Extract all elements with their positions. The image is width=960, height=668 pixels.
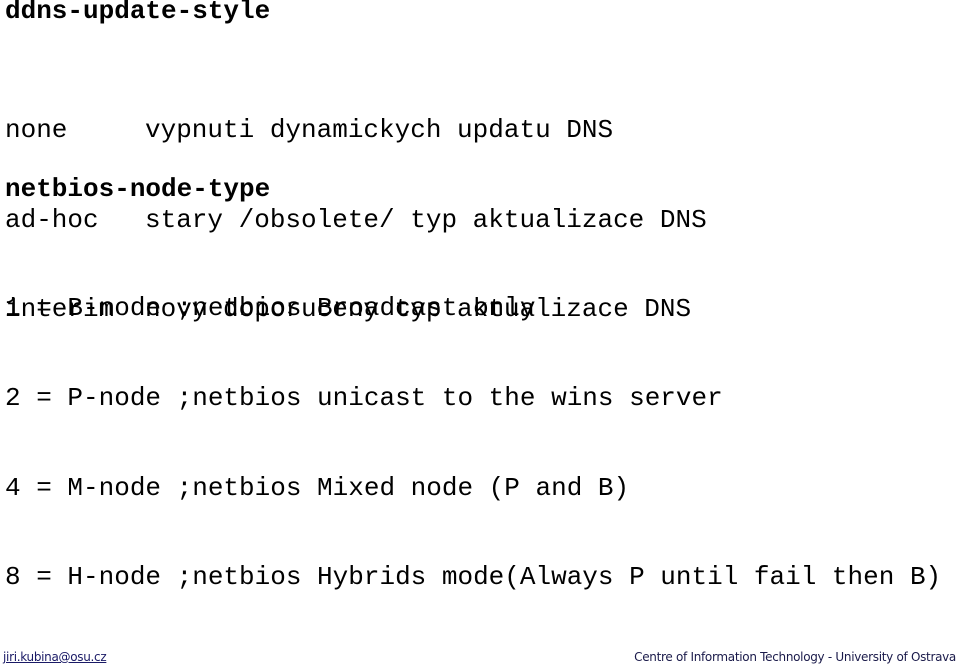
netbios-node-list: 1 = B-node ;netbios Broadcast only 2 = P…: [5, 233, 941, 622]
netbios-node-row: 8 = H-node ;netbios Hybrids mode(Always …: [5, 562, 942, 593]
footer-email-link[interactable]: jiri.kubina@osu.cz: [3, 649, 107, 665]
ddns-option-row: ad-hoc stary /obsolete/ typ aktualizace …: [5, 205, 707, 235]
ddns-option-term: ad-hoc: [5, 204, 99, 235]
footer-organization: Centre of Information Technology - Unive…: [634, 650, 956, 664]
netbios-node-row: 1 = B-node ;netbios Broadcast only: [5, 293, 536, 323]
netbios-node-row: 4 = M-node ;netbios Mixed node (P and B): [5, 472, 630, 503]
ddns-option-description: vypnuti dynamickych updatu DNS: [145, 115, 614, 145]
ddns-update-style-heading: ddns-update-style: [5, 0, 271, 26]
netbios-node-type-heading: netbios-node-type: [5, 174, 271, 204]
netbios-node-row: 2 = P-node ;netbios unicast to the wins …: [5, 382, 723, 413]
ddns-option-term: none: [5, 115, 68, 145]
ddns-option-row: none vypnuti dynamickych updatu DNS: [5, 115, 707, 145]
ddns-option-description: stary /obsolete/ typ aktualizace DNS: [145, 204, 707, 235]
